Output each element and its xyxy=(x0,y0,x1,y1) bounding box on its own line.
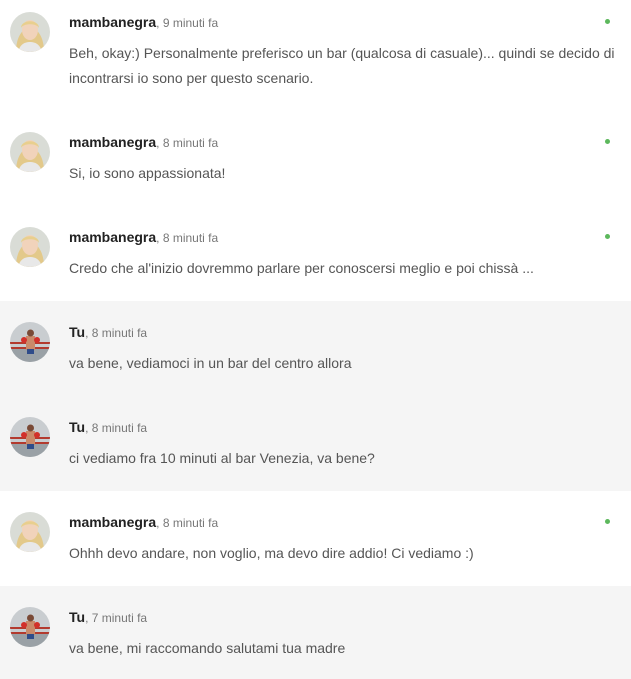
message-text: Credo che al'inizio dovremmo parlare per… xyxy=(69,260,534,276)
message-item: mambanegra, 8 minuti fa Ohhh devo andare… xyxy=(0,491,631,586)
author-name[interactable]: mambanegra xyxy=(69,229,156,245)
message-meta: mambanegra, 8 minuti fa xyxy=(69,514,218,531)
message-text: Si, io sono appassionata! xyxy=(69,165,226,181)
message-time: , 7 minuti fa xyxy=(85,611,148,625)
author-name[interactable]: Tu xyxy=(69,609,85,625)
message-text: ci vediamo fra 10 minuti al bar Venezia,… xyxy=(69,450,375,466)
message-text: Beh, okay:) Personalmente preferisco un … xyxy=(69,45,615,86)
boxer-avatar-icon[interactable] xyxy=(10,607,50,647)
message-item: mambanegra, 8 minuti fa Credo che al'ini… xyxy=(0,206,631,301)
woman-avatar-icon[interactable] xyxy=(10,12,50,52)
woman-avatar-icon[interactable] xyxy=(10,132,50,172)
message-time: , 9 minuti fa xyxy=(156,16,219,30)
message-item: Tu, 7 minuti fa va bene, mi raccomando s… xyxy=(0,586,631,679)
message-item: mambanegra, 9 minuti fa Beh, okay:) Pers… xyxy=(0,0,631,111)
author-name[interactable]: mambanegra xyxy=(69,14,156,30)
woman-avatar-icon[interactable] xyxy=(10,227,50,267)
chat-message-list: mambanegra, 9 minuti fa Beh, okay:) Pers… xyxy=(0,0,631,679)
message-item: mambanegra, 8 minuti fa Si, io sono appa… xyxy=(0,111,631,206)
author-name[interactable]: Tu xyxy=(69,419,85,435)
boxer-avatar-icon[interactable] xyxy=(10,417,50,457)
online-status-icon xyxy=(605,19,610,24)
online-status-icon xyxy=(605,519,610,524)
boxer-avatar-icon[interactable] xyxy=(10,322,50,362)
message-meta: mambanegra, 8 minuti fa xyxy=(69,134,218,151)
message-item: Tu, 8 minuti fa va bene, vediamoci in un… xyxy=(0,301,631,396)
online-status-icon xyxy=(605,139,610,144)
message-time: , 8 minuti fa xyxy=(156,231,219,245)
message-time: , 8 minuti fa xyxy=(85,421,148,435)
message-meta: Tu, 8 minuti fa xyxy=(69,419,147,436)
message-item: Tu, 8 minuti fa ci vediamo fra 10 minuti… xyxy=(0,396,631,491)
author-name[interactable]: Tu xyxy=(69,324,85,340)
message-text: Ohhh devo andare, non voglio, ma devo di… xyxy=(69,545,474,561)
message-meta: Tu, 8 minuti fa xyxy=(69,324,147,341)
message-time: , 8 minuti fa xyxy=(156,136,219,150)
message-time: , 8 minuti fa xyxy=(156,516,219,530)
message-meta: Tu, 7 minuti fa xyxy=(69,609,147,626)
message-time: , 8 minuti fa xyxy=(85,326,148,340)
online-status-icon xyxy=(605,234,610,239)
author-name[interactable]: mambanegra xyxy=(69,134,156,150)
message-text: va bene, mi raccomando salutami tua madr… xyxy=(69,640,346,656)
author-name[interactable]: mambanegra xyxy=(69,514,156,530)
message-meta: mambanegra, 8 minuti fa xyxy=(69,229,218,246)
message-meta: mambanegra, 9 minuti fa xyxy=(69,14,218,31)
woman-avatar-icon[interactable] xyxy=(10,512,50,552)
message-text: va bene, vediamoci in un bar del centro … xyxy=(69,355,352,371)
